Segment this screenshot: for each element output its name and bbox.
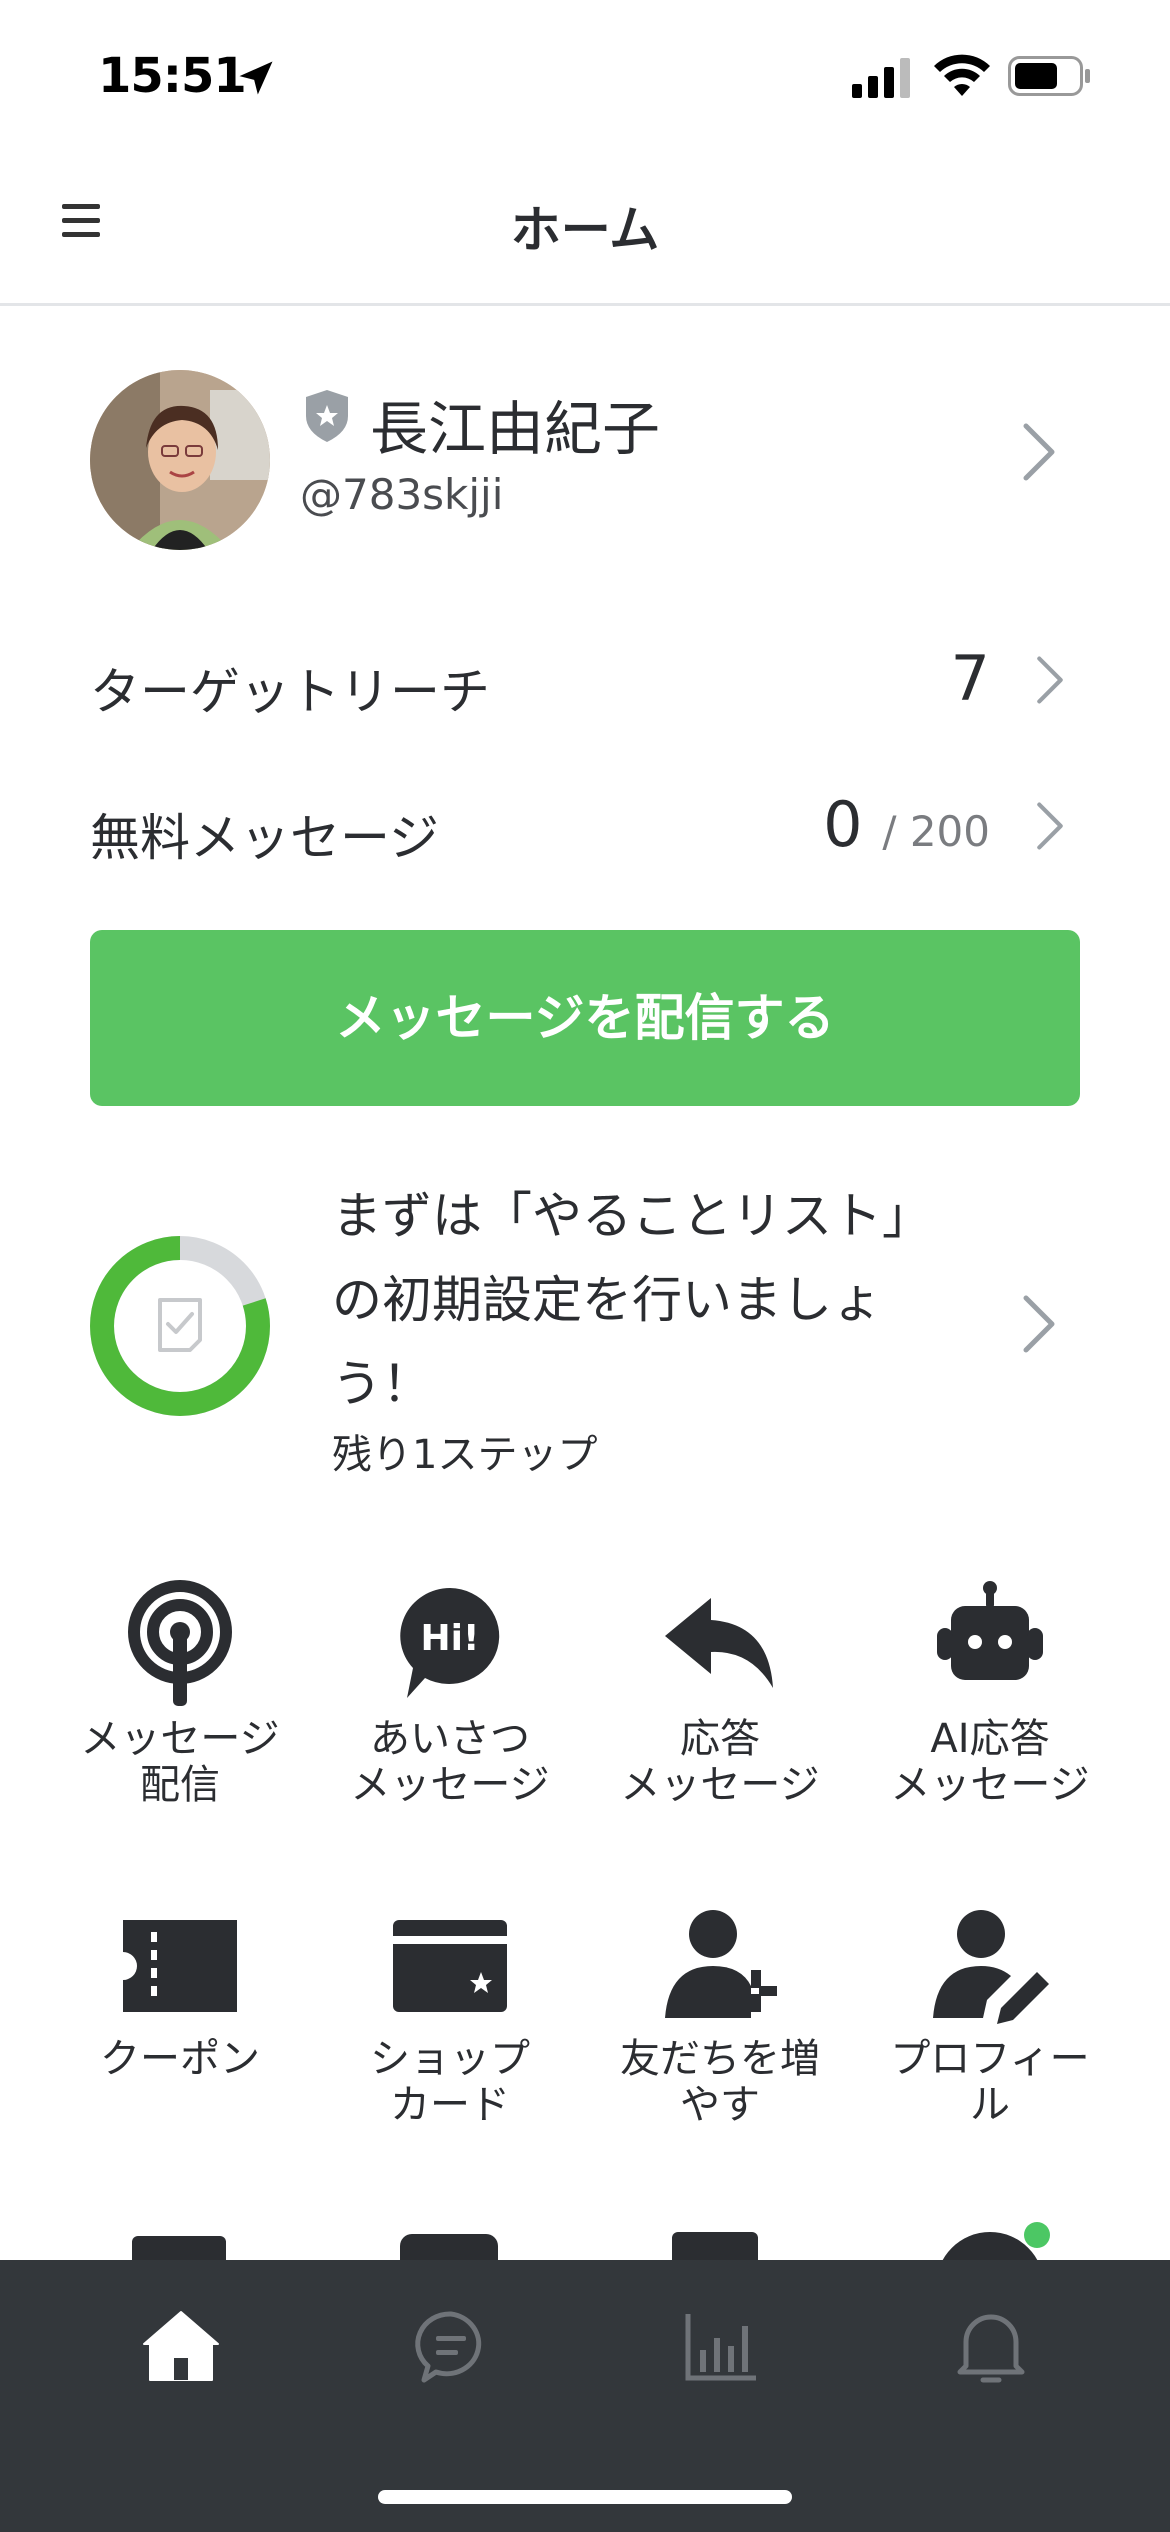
chevron-right-icon	[1023, 1295, 1055, 1353]
page-title: ホーム	[510, 201, 660, 259]
ai-robot-icon	[937, 1581, 1043, 1680]
grid-label: AI応答 メッセージ	[890, 1716, 1090, 1808]
free-messages-value: 0 / 200	[823, 788, 990, 861]
notification-dot	[1024, 2222, 1050, 2248]
chevron-right-icon	[1037, 802, 1063, 850]
grid-label: プロフィー ル	[890, 2036, 1090, 2128]
account-name: 長江由紀子	[370, 395, 661, 463]
grid-item-profile[interactable]: プロフィー ル	[870, 1900, 1110, 2128]
status-time: 15:51	[98, 48, 247, 104]
grid-label: メッセージ 配信	[80, 1716, 280, 1808]
todo-progress-ring	[90, 1236, 270, 1416]
todo-remaining: 残り1ステップ	[332, 1432, 598, 1478]
chevron-right-icon	[1037, 656, 1063, 704]
avatar	[90, 370, 270, 550]
grid-item-shop-card[interactable]: ショップ カード	[330, 1900, 570, 2128]
todo-message: まずは「やることリスト」の初期設定を行いましょう！	[332, 1187, 932, 1413]
add-friend-icon	[665, 1910, 777, 2018]
grid-item-auto-reply[interactable]: 応答 メッセージ	[600, 1580, 840, 1808]
shop-card-icon	[393, 1920, 507, 2012]
verified-shield-icon	[306, 390, 348, 442]
app-header: ホーム	[0, 150, 1170, 306]
target-reach-label: ターゲットリーチ	[90, 663, 490, 721]
coupon-icon	[123, 1920, 237, 2012]
grid-item-add-friends[interactable]: 友だちを増 やす	[600, 1900, 840, 2128]
grid-item-greeting[interactable]: Hi! あいさつ メッセージ	[330, 1580, 570, 1808]
free-messages-count: 0	[823, 788, 863, 861]
grid-label: 友だちを増 やす	[620, 2036, 820, 2128]
target-reach-value: 7	[950, 642, 990, 715]
chevron-right-icon	[1023, 423, 1055, 481]
analytics-icon[interactable]	[676, 2300, 766, 2390]
grid-label: あいさつ メッセージ	[350, 1716, 550, 1808]
grid-item-broadcast[interactable]: メッセージ 配信	[60, 1580, 300, 1808]
battery-icon	[1008, 56, 1090, 96]
status-bar: 15:51	[0, 0, 1170, 150]
todo-list-row[interactable]: まずは「やることリスト」の初期設定を行いましょう！ 残り1ステップ	[0, 1160, 1170, 1480]
target-reach-row[interactable]: ターゲットリーチ 7	[90, 630, 1080, 730]
free-messages-row[interactable]: 無料メッセージ 0 / 200	[90, 776, 1080, 876]
send-message-button[interactable]: メッセージを配信する	[90, 930, 1080, 1106]
reply-arrow-icon	[665, 1598, 773, 1688]
broadcast-icon	[128, 1580, 232, 1706]
chat-icon[interactable]	[406, 2300, 496, 2390]
free-messages-limit: / 200	[882, 807, 990, 856]
wifi-icon	[934, 54, 990, 96]
cellular-signal-icon	[852, 58, 910, 98]
grid-label: ショップ カード	[370, 2036, 530, 2128]
partial-grid-icon	[672, 2232, 758, 2262]
greeting-hi-icon: Hi!	[400, 1588, 500, 1698]
account-id: @783skjji	[300, 470, 504, 519]
bell-icon[interactable]	[946, 2300, 1036, 2390]
checklist-doc-icon	[158, 1298, 202, 1352]
grid-item-coupon[interactable]: クーポン	[60, 1900, 300, 2082]
free-messages-label: 無料メッセージ	[90, 809, 439, 867]
location-arrow-icon	[239, 61, 273, 95]
svg-text:Hi!: Hi!	[421, 1618, 480, 1659]
profile-edit-icon	[933, 1910, 1049, 2024]
grid-label: クーポン	[100, 2036, 260, 2082]
home-icon[interactable]	[136, 2300, 226, 2390]
home-indicator	[378, 2490, 792, 2504]
account-profile-row[interactable]: 長江由紀子 @783skjji	[0, 360, 1170, 550]
grid-label: 応答 メッセージ	[620, 1716, 820, 1808]
grid-item-ai-reply[interactable]: AI応答 メッセージ	[870, 1580, 1110, 1808]
